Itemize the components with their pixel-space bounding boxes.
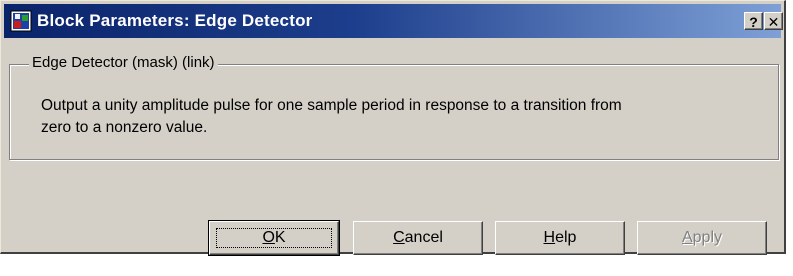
question-mark-icon: ? <box>749 14 758 30</box>
block-description: Output a unity amplitude pulse for one s… <box>41 97 622 136</box>
ok-button-label: OK <box>262 229 286 246</box>
close-button[interactable]: ✕ <box>764 12 783 30</box>
window-title: Block Parameters: Edge Detector <box>37 11 313 30</box>
groupbox-legend: Edge Detector (mask) (link) <box>29 53 218 73</box>
apply-button-label: Apply <box>681 229 723 246</box>
help-button-label: Help <box>543 229 577 246</box>
close-icon: ✕ <box>767 14 780 30</box>
title-bar[interactable]: Block Parameters: Edge Detector ? ✕ <box>4 4 783 38</box>
help-caption-button[interactable]: ? <box>744 12 763 30</box>
cancel-button[interactable]: Cancel <box>353 221 483 255</box>
help-button[interactable]: Help <box>495 221 625 255</box>
ok-button[interactable]: OK <box>208 220 340 256</box>
block-parameters-icon <box>10 10 32 32</box>
cancel-button-label: Cancel <box>393 229 443 246</box>
dialog-window: Block Parameters: Edge Detector ? ✕ Edge… <box>0 0 786 256</box>
apply-button[interactable]: Apply <box>637 221 767 255</box>
